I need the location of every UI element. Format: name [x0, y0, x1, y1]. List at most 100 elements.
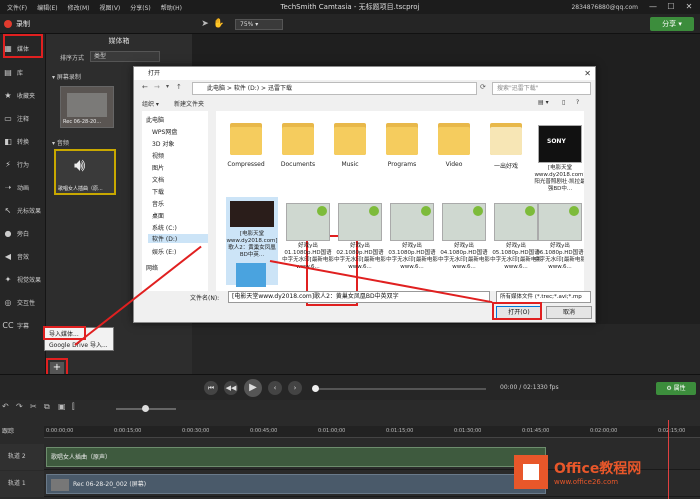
preview-pane-icon[interactable]: ▯ — [562, 99, 565, 106]
refresh-icon[interactable]: ⟳ — [480, 83, 486, 91]
sidebar-item-cursor[interactable]: ↖ 光标效果 — [2, 198, 44, 222]
prev-marker-icon[interactable]: ‹ — [268, 381, 282, 395]
sidebar-item-captions[interactable]: CC 字幕 — [2, 313, 44, 337]
undo-icon[interactable]: ↶ — [2, 402, 9, 411]
step-back-icon[interactable]: ⏮ — [204, 381, 218, 395]
organize-button[interactable]: 组织 ▾ — [142, 99, 159, 108]
scrub-bar[interactable] — [316, 388, 486, 390]
menu-view[interactable]: 视图(V) — [99, 3, 120, 12]
track-label[interactable]: 轨道 1 — [0, 471, 44, 497]
nav-pictures[interactable]: 图片 — [152, 163, 164, 172]
partial-file-thumbnail[interactable] — [236, 263, 266, 287]
folder-icon[interactable] — [282, 119, 314, 155]
copy-icon[interactable]: ⧉ — [44, 402, 50, 412]
sidebar-item-favorites[interactable]: ★ 收藏夹 — [2, 83, 44, 107]
sidebar-item-behaviors[interactable]: ⚡ 行为 — [2, 152, 44, 176]
menu-help[interactable]: 帮助(H) — [161, 3, 182, 12]
sidebar-item-effects[interactable]: ✦ 视觉效果 — [2, 267, 44, 291]
paste-icon[interactable]: ▣ — [58, 402, 66, 411]
audio-clip[interactable]: 歌唱女人插曲（原声） — [46, 447, 546, 467]
sidebar-item-narration[interactable]: ● 旁白 — [2, 221, 44, 245]
properties-button[interactable]: ⚙ 属性 — [656, 382, 696, 395]
sidebar-item-annotations[interactable]: ▭ 注释 — [2, 106, 44, 130]
cancel-button[interactable]: 取消 — [546, 306, 592, 319]
nav-wps[interactable]: WPS网盘 — [152, 127, 177, 136]
dialog-close-icon[interactable]: ✕ — [584, 67, 591, 80]
next-marker-icon[interactable]: › — [288, 381, 302, 395]
breadcrumb-item[interactable]: 软件 (D:) — [234, 85, 259, 92]
nav-up-icon[interactable]: ↑ — [176, 83, 182, 91]
scrub-handle[interactable] — [312, 385, 319, 392]
nav-back-icon[interactable]: ← — [142, 83, 148, 91]
maximize-button[interactable]: ☐ — [662, 0, 680, 14]
folder-label: Video — [445, 161, 463, 168]
nav-downloads[interactable]: 下载 — [152, 187, 164, 196]
nav-recent-icon[interactable]: ▾ — [166, 83, 169, 90]
new-folder-button[interactable]: 新建文件夹 — [174, 99, 204, 108]
help-icon[interactable]: ? — [576, 99, 579, 106]
folder-icon[interactable] — [386, 119, 418, 155]
video-clip[interactable]: Rec 06-28-20_002 (屏幕) — [46, 474, 546, 494]
video-file-thumbnail[interactable] — [390, 203, 434, 241]
redo-icon[interactable]: ↷ — [16, 402, 23, 411]
folder-icon[interactable] — [490, 119, 522, 155]
breadcrumb-item[interactable]: 此电脑 — [207, 85, 225, 92]
folder-icon[interactable] — [230, 119, 262, 155]
address-bar[interactable]: 此电脑 > 软件 (D:) > 迅雷下载 — [192, 82, 477, 95]
nav-videos[interactable]: 视频 — [152, 151, 164, 160]
nav-this-pc[interactable]: 此电脑 — [146, 115, 164, 124]
nav-3d[interactable]: 3D 对象 — [152, 139, 174, 148]
view-options-icon[interactable]: ▤ ▾ — [538, 99, 549, 106]
zoom-select[interactable]: 75% ▾ — [235, 19, 283, 30]
nav-network[interactable]: 网络 — [146, 263, 158, 272]
menu-modify[interactable]: 修改(M) — [68, 3, 90, 12]
video-file-thumbnail[interactable] — [338, 203, 382, 241]
screen-clip-thumbnail[interactable]: Rec 06-28-20... — [60, 86, 114, 128]
nav-drive-d[interactable]: 软件 (D:) — [148, 234, 208, 243]
ruler-tick: 0:00:00;00 — [46, 428, 74, 434]
nav-desktop[interactable]: 桌面 — [152, 211, 164, 220]
sidebar-item-interactivity[interactable]: ◎ 交互性 — [2, 290, 44, 314]
section-label: 音频 — [56, 140, 69, 147]
play-button[interactable]: ▶ — [244, 379, 262, 397]
nav-documents[interactable]: 文档 — [152, 175, 164, 184]
sidebar-item-audio[interactable]: ◀ 音效 — [2, 244, 44, 268]
sidebar-item-library[interactable]: ▤ 库 — [2, 60, 44, 84]
section-screen-recording[interactable]: ▾ 屏幕录制 — [52, 72, 81, 81]
audio-clip-thumbnail[interactable]: 🔊︎ 歌唱女人插曲（原... — [54, 149, 116, 195]
nav-music[interactable]: 音乐 — [152, 199, 164, 208]
video-file-thumbnail[interactable]: SONY — [538, 125, 582, 163]
time-ruler[interactable]: 0:00:00;00 0:00:15;00 0:00:30;00 0:00:45… — [44, 426, 700, 438]
folder-icon[interactable] — [334, 119, 366, 155]
breadcrumb-item[interactable]: 迅雷下载 — [268, 85, 292, 92]
section-audio[interactable]: ▾ 音频 — [52, 138, 69, 147]
account-email[interactable]: 2834876880@qq.com — [571, 4, 638, 11]
cut-icon[interactable]: ✂ — [30, 402, 37, 411]
pointer-tool-icon[interactable]: ➤ — [198, 18, 212, 30]
menu-share[interactable]: 分享(S) — [130, 3, 151, 12]
share-button[interactable]: 分享 ▾ — [650, 17, 694, 31]
zoom-slider-handle[interactable] — [142, 405, 149, 412]
sidebar-item-transitions[interactable]: ◧ 转换 — [2, 129, 44, 153]
sidebar-item-animations[interactable]: ➝ 动画 — [2, 175, 44, 199]
folder-icon[interactable] — [438, 119, 470, 155]
nav-drive-e[interactable]: 娱乐 (E:) — [152, 247, 176, 256]
track-label[interactable]: 轨道 2 — [0, 444, 44, 470]
nav-forward-icon[interactable]: → — [154, 83, 160, 91]
search-input[interactable]: 搜索"迅雷下载" — [492, 82, 591, 95]
close-window-button[interactable]: ✕ — [680, 0, 698, 14]
video-file-thumbnail[interactable] — [494, 203, 538, 241]
record-button[interactable]: 录制 — [4, 17, 30, 31]
scrollbar[interactable] — [584, 111, 591, 291]
rewind-icon[interactable]: ◀◀ — [224, 381, 238, 395]
video-file-thumbnail[interactable] — [538, 203, 582, 241]
nav-drive-c[interactable]: 系统 (C:) — [152, 223, 177, 232]
menu-file[interactable]: 文件(F) — [7, 3, 27, 12]
video-file-thumbnail[interactable] — [442, 203, 486, 241]
minimize-button[interactable]: — — [644, 0, 662, 14]
video-file-thumbnail[interactable] — [286, 203, 330, 241]
split-icon[interactable]: ⫿ — [72, 402, 75, 412]
sort-select[interactable]: 类型 — [90, 51, 160, 62]
menu-edit[interactable]: 编辑(E) — [37, 3, 57, 12]
hand-tool-icon[interactable]: ✋ — [212, 18, 226, 30]
